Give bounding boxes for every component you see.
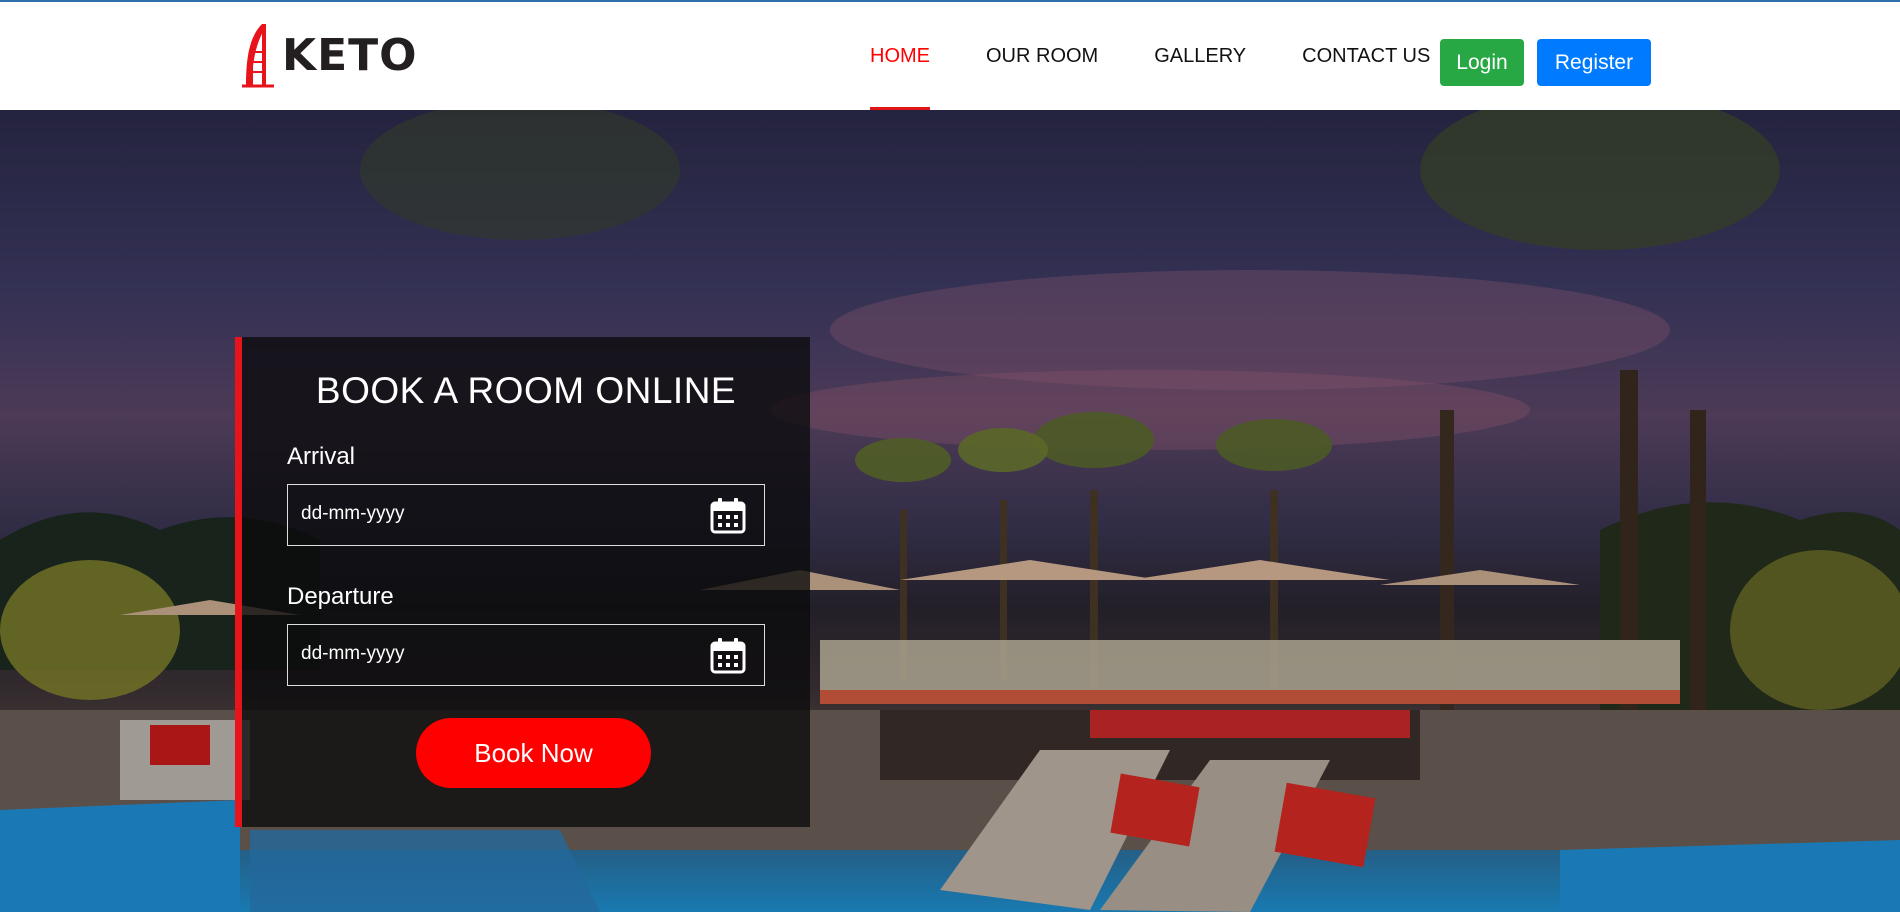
departure-date-value: dd-mm-yyyy [301,643,405,664]
login-button[interactable]: Login [1440,39,1524,86]
calendar-icon[interactable] [709,497,747,535]
calendar-icon[interactable] [709,637,747,675]
arrival-label: Arrival [287,443,356,470]
booking-title: BOOK A ROOM ONLINE [315,370,737,411]
sail-hotel-icon [242,24,274,88]
departure-date-input[interactable]: dd-mm-yyyy [287,624,765,686]
site-header: KETO HOME OUR ROOM GALLERY CONTACT US Lo… [0,2,1900,110]
hero-banner: BOOK A ROOM ONLINE Arrival dd-mm-yyyy De… [0,110,1900,912]
departure-label: Departure [287,583,394,610]
nav-contact-us[interactable]: CONTACT US [1302,2,1430,110]
main-nav: HOME OUR ROOM GALLERY CONTACT US [870,2,1486,110]
brand-name: KETO [282,29,418,81]
nav-gallery[interactable]: GALLERY [1154,2,1246,110]
nav-home[interactable]: HOME [870,2,930,110]
nav-our-room[interactable]: OUR ROOM [986,2,1098,110]
booking-form: BOOK A ROOM ONLINE Arrival dd-mm-yyyy De… [235,337,810,827]
register-button[interactable]: Register [1537,39,1651,86]
book-now-button[interactable]: Book Now [416,718,651,788]
arrival-date-value: dd-mm-yyyy [301,503,405,524]
brand-logo[interactable]: KETO [240,20,418,90]
arrival-date-input[interactable]: dd-mm-yyyy [287,484,765,546]
